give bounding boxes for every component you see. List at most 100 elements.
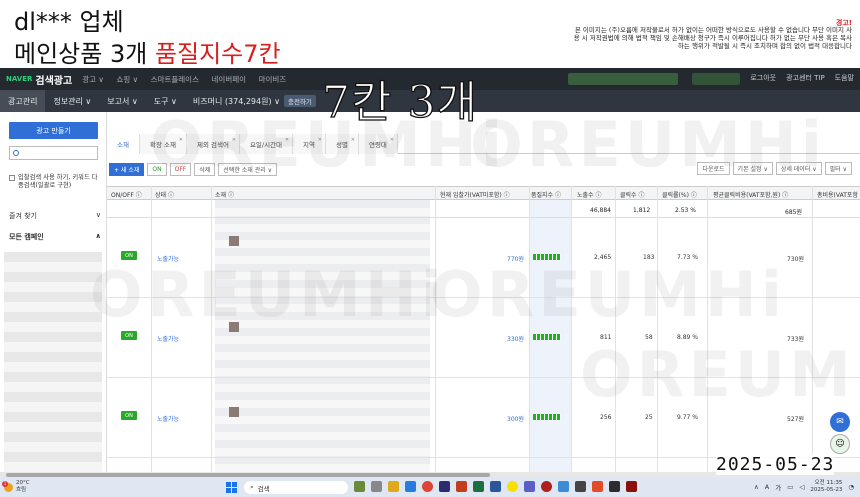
top-nav: 광고 ∨ 쇼핑 ∨ 스마트플레이스 네이버페이 마이비즈 bbox=[82, 74, 296, 85]
bulk-manage-select[interactable]: 선택한 소재 관리 ∨ bbox=[218, 162, 278, 176]
app-icon[interactable] bbox=[592, 481, 603, 492]
bid-link[interactable]: 770원 bbox=[507, 254, 524, 263]
word-icon[interactable] bbox=[490, 481, 501, 492]
scrollbar-thumb[interactable] bbox=[6, 473, 490, 477]
chevron-down-icon: ∨ bbox=[95, 211, 101, 219]
th-bid[interactable]: 현재 입찰가(VAT미포함) ⓘ bbox=[440, 190, 510, 199]
bell-icon[interactable]: ◔ bbox=[848, 483, 854, 491]
blurred-campaign-list bbox=[4, 252, 102, 472]
bid-search-checkbox[interactable]: 입찰검색 사용 하기, 키워드 다중검색(일괄로 구현) bbox=[9, 174, 103, 190]
bid-link[interactable]: 330원 bbox=[507, 334, 524, 343]
turtle-app-icon[interactable] bbox=[354, 481, 365, 492]
powerpoint-icon[interactable] bbox=[456, 481, 467, 492]
app-icon[interactable] bbox=[609, 481, 620, 492]
subnav-report[interactable]: 보고서 ∨ bbox=[99, 90, 145, 112]
close-icon[interactable]: ✕ bbox=[179, 137, 183, 143]
create-ad-button[interactable]: 광고 만들기 bbox=[9, 122, 98, 139]
th-quality[interactable]: 품질지수 ⓘ bbox=[531, 190, 561, 199]
status-link[interactable]: 노출가능 bbox=[157, 334, 179, 343]
chevron-up-icon[interactable]: ∧ bbox=[754, 483, 759, 491]
weather-widget[interactable]: 1 20°C 흐림 bbox=[2, 480, 30, 494]
copyright-notice: 본 이미지는 (주)오름에 저작물로서 허가 없이는 어떠한 방식으로도 사용할… bbox=[573, 26, 852, 50]
taskbar-search[interactable]: ⌕ 검색 bbox=[244, 481, 348, 494]
kakaotalk-icon[interactable] bbox=[507, 481, 518, 492]
brand-logo[interactable]: NAVER 검색광고 bbox=[6, 72, 82, 87]
new-creative-button[interactable]: + 새 소재 bbox=[109, 162, 145, 176]
sum-cost: 685원 bbox=[785, 209, 802, 216]
excel-icon[interactable] bbox=[473, 481, 484, 492]
chrome-icon[interactable] bbox=[422, 481, 433, 492]
assistant-icon[interactable]: ☺ bbox=[830, 434, 850, 454]
app-icon[interactable] bbox=[575, 481, 586, 492]
clock-time: 오전 11:35 bbox=[814, 480, 843, 486]
th-cpc[interactable]: 평균클릭비용(VAT포함,원) ⓘ bbox=[713, 190, 788, 199]
top-nav-mybiz[interactable]: 마이비즈 bbox=[259, 75, 287, 84]
close-icon[interactable]: ✕ bbox=[285, 137, 289, 143]
all-campaigns-section[interactable]: 모든 캠페인 ∧ bbox=[9, 232, 101, 242]
status-link[interactable]: 노출가능 bbox=[157, 414, 179, 423]
tab-day-time[interactable]: 요일/시간대 ✕ bbox=[239, 134, 294, 154]
tab-creative[interactable]: 소재 bbox=[107, 134, 140, 154]
premiere-icon[interactable] bbox=[439, 481, 450, 492]
default-settings-select[interactable]: 기본 설정 ∨ bbox=[732, 162, 773, 175]
bid-link[interactable]: 300원 bbox=[507, 414, 524, 423]
tab-age[interactable]: 연령대 ✕ bbox=[358, 134, 398, 154]
subnav-bizmoney[interactable]: 비즈머니 (374,294원) ∨ 충전하기 bbox=[185, 90, 324, 112]
clock[interactable]: 오전 11:35 2025-05-23 bbox=[810, 480, 842, 494]
tab-extension[interactable]: 확장 소재 ✕ bbox=[139, 134, 187, 154]
app-icon[interactable] bbox=[405, 481, 416, 492]
task-view-icon[interactable] bbox=[371, 481, 382, 492]
tab-negative-keywords[interactable]: 제외 검색어 ✕ bbox=[186, 134, 240, 154]
toggle-switch[interactable]: ON bbox=[121, 411, 137, 420]
filter-select[interactable]: 필터 ∨ bbox=[824, 162, 852, 175]
th-status[interactable]: 상태 ⓘ bbox=[155, 190, 174, 199]
close-icon[interactable]: ✕ bbox=[318, 137, 322, 143]
volume-icon[interactable]: ◁ bbox=[799, 483, 804, 491]
subnav-info-manage[interactable]: 정보관리 ∨ bbox=[45, 90, 99, 112]
ime-mode[interactable]: A bbox=[765, 483, 769, 491]
favorites-section[interactable]: 즐겨 찾기 ∨ bbox=[9, 211, 101, 221]
subnav-ad-manage[interactable]: 광고관리 bbox=[0, 90, 46, 112]
network-icon[interactable]: ▭ bbox=[787, 483, 793, 491]
top-nav-ad[interactable]: 광고 ∨ bbox=[82, 75, 104, 84]
delete-button[interactable]: 삭제 bbox=[194, 162, 216, 176]
th-cost[interactable]: 총비용(VAT포함 bbox=[817, 190, 858, 199]
checkbox[interactable] bbox=[9, 175, 15, 181]
app-icon[interactable] bbox=[524, 481, 535, 492]
off-button[interactable]: OFF bbox=[169, 162, 192, 176]
app-icon[interactable] bbox=[558, 481, 569, 492]
subnav-tools[interactable]: 도구 ∨ bbox=[146, 90, 185, 112]
app-icon[interactable] bbox=[541, 481, 552, 492]
close-icon[interactable]: ✕ bbox=[390, 137, 394, 143]
th-onoff[interactable]: ON/OFF ⓘ bbox=[111, 190, 142, 199]
th-impressions[interactable]: 노출수 ⓘ bbox=[577, 190, 601, 199]
file-explorer-icon[interactable] bbox=[388, 481, 399, 492]
campaign-search-input[interactable] bbox=[9, 146, 98, 160]
windows-start-icon[interactable] bbox=[226, 482, 237, 493]
help-link[interactable]: 도움말 bbox=[835, 73, 854, 83]
status-link[interactable]: 노출가능 bbox=[157, 254, 179, 263]
acrobat-icon[interactable] bbox=[626, 481, 637, 492]
charge-button[interactable]: 충전하기 bbox=[283, 95, 316, 107]
top-nav-smartplace[interactable]: 스마트플레이스 bbox=[151, 75, 199, 84]
caption-area: dl*** 업체 메인상품 3개 품질지수7칸 경고! 본 이미지는 (주)오름… bbox=[0, 0, 860, 68]
ime-korean[interactable]: 가 bbox=[775, 482, 781, 492]
chat-icon[interactable]: ✉ bbox=[830, 412, 850, 432]
tab-region[interactable]: 지역 ✕ bbox=[293, 134, 326, 154]
close-icon[interactable]: ✕ bbox=[232, 137, 236, 143]
download-button[interactable]: 다운로드 bbox=[697, 162, 730, 175]
tab-gender[interactable]: 성별 ✕ bbox=[326, 134, 359, 154]
th-clicks[interactable]: 클릭수 ⓘ bbox=[620, 190, 644, 199]
tab-creative-label: 소재 bbox=[117, 141, 129, 149]
top-nav-naverpay[interactable]: 네이버페이 bbox=[212, 75, 247, 84]
close-icon[interactable]: ✕ bbox=[351, 137, 355, 143]
top-nav-shopping[interactable]: 쇼핑 ∨ bbox=[116, 75, 138, 84]
th-ctr[interactable]: 클릭률(%) ⓘ bbox=[662, 190, 697, 199]
tip-link[interactable]: 광고센터 TIP bbox=[786, 73, 825, 83]
th-creative[interactable]: 소재 ⓘ bbox=[215, 190, 234, 199]
detail-data-select[interactable]: 상세 데이터 ∨ bbox=[775, 162, 822, 175]
toggle-switch[interactable]: ON bbox=[121, 331, 137, 340]
on-button[interactable]: ON bbox=[147, 162, 167, 176]
logout-link[interactable]: 로그아웃 bbox=[750, 73, 776, 83]
toggle-switch[interactable]: ON bbox=[121, 251, 137, 260]
